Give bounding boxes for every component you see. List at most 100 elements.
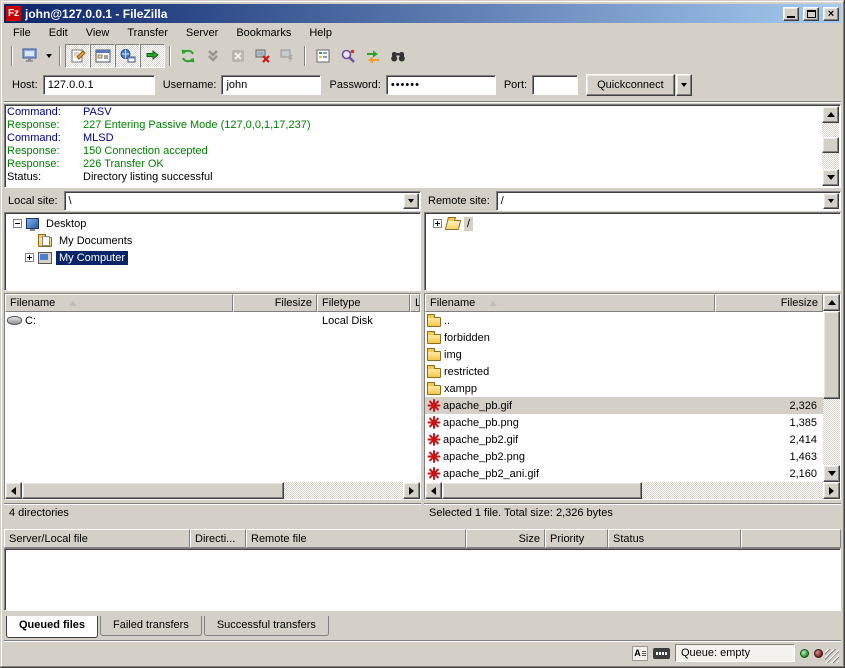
reconnect-button[interactable]	[275, 44, 300, 68]
process-queue-button[interactable]	[200, 44, 225, 68]
file-row[interactable]: apache_pb2.gif2,414	[425, 431, 823, 448]
scroll-up-button[interactable]	[823, 294, 840, 311]
toolbar-separator	[59, 46, 61, 66]
log-scrollbar[interactable]	[822, 106, 839, 186]
find-files-button[interactable]	[385, 44, 410, 68]
tree-item-desktop[interactable]: Desktop	[5, 215, 420, 232]
menu-help[interactable]: Help	[300, 25, 341, 41]
remote-vertical-scrollbar[interactable]	[823, 294, 840, 482]
column-label: L	[415, 297, 420, 309]
remote-site-label: Remote site:	[424, 195, 496, 207]
menu-server[interactable]: Server	[177, 25, 227, 41]
toolbar-separator	[169, 46, 171, 66]
scroll-right-button[interactable]	[823, 482, 840, 499]
scroll-down-button[interactable]	[823, 465, 840, 482]
expand-icon[interactable]	[433, 219, 442, 228]
tree-item-root[interactable]: /	[425, 215, 840, 232]
file-row[interactable]: restricted	[425, 363, 823, 380]
tab-successful-transfers[interactable]: Successful transfers	[204, 616, 329, 636]
column-header-priority[interactable]: Priority	[545, 529, 608, 548]
file-size: 2,414	[723, 434, 823, 446]
expand-icon[interactable]	[25, 253, 34, 262]
local-site-combobox[interactable]: \	[64, 191, 421, 211]
synchronized-browsing-button[interactable]	[360, 44, 385, 68]
file-row-local-disk[interactable]: C: Local Disk	[5, 312, 420, 329]
file-row[interactable]: apache_pb2.png1,463	[425, 448, 823, 465]
directory-filters-button[interactable]	[310, 44, 335, 68]
site-manager-dropdown-button[interactable]	[42, 44, 55, 68]
remote-site-dropdown-button[interactable]	[823, 193, 839, 209]
file-row[interactable]: apache_pb2_ani.gif2,160	[425, 465, 823, 482]
file-row[interactable]: xampp	[425, 380, 823, 397]
directory-comparison-button[interactable]	[335, 44, 360, 68]
remote-horizontal-scrollbar[interactable]	[425, 482, 840, 499]
column-header-filename[interactable]: Filename	[425, 294, 715, 312]
file-row[interactable]: ..	[425, 312, 823, 329]
tree-item-my-documents[interactable]: My Documents	[5, 232, 420, 249]
scroll-left-button[interactable]	[425, 482, 442, 499]
column-header-filename[interactable]: Filename	[5, 294, 233, 312]
scroll-thumb[interactable]	[442, 482, 642, 499]
scroll-right-button[interactable]	[403, 482, 420, 499]
column-header-filesize[interactable]: Filesize	[233, 294, 317, 312]
menu-transfer[interactable]: Transfer	[118, 25, 177, 41]
file-row[interactable]: apache_pb.png1,385	[425, 414, 823, 431]
scroll-up-button[interactable]	[822, 106, 839, 123]
cancel-operation-button[interactable]	[225, 44, 250, 68]
tab-failed-transfers[interactable]: Failed transfers	[100, 616, 202, 636]
data-type-indicator-icon[interactable]: A	[632, 646, 648, 661]
collapse-icon[interactable]	[13, 219, 22, 228]
quickconnect-dropdown-button[interactable]	[676, 74, 692, 96]
menu-edit[interactable]: Edit	[40, 25, 77, 41]
minimize-button[interactable]	[783, 7, 799, 21]
file-row[interactable]: forbidden	[425, 329, 823, 346]
menu-file[interactable]: File	[4, 25, 40, 41]
column-header-status[interactable]: Status	[608, 529, 741, 548]
column-header-remote-file[interactable]: Remote file	[246, 529, 466, 548]
toggle-transfer-queue-button[interactable]	[140, 44, 165, 68]
column-header-direction[interactable]: Directi...	[190, 529, 246, 548]
menu-bookmarks[interactable]: Bookmarks	[227, 25, 300, 41]
scroll-thumb[interactable]	[823, 311, 840, 399]
file-row[interactable]: img	[425, 346, 823, 363]
toggle-local-tree-button[interactable]	[90, 44, 115, 68]
remote-site-combobox[interactable]: /	[496, 191, 841, 211]
refresh-icon	[180, 48, 196, 64]
refresh-button[interactable]	[175, 44, 200, 68]
activity-led-red-icon	[814, 649, 823, 658]
column-header-size[interactable]: Size	[466, 529, 545, 548]
file-row-selected[interactable]: apache_pb.gif2,326	[425, 397, 823, 414]
column-header-filetype[interactable]: Filetype	[317, 294, 410, 312]
column-header-server-local-file[interactable]: Server/Local file	[4, 529, 190, 548]
close-button[interactable]: ×	[823, 7, 839, 21]
scroll-thumb[interactable]	[22, 482, 284, 499]
tab-queued-files[interactable]: Queued files	[6, 616, 98, 638]
title-bar[interactable]: Fz john@127.0.0.1 - FileZilla ×	[4, 4, 841, 23]
tree-item-my-computer[interactable]: My Computer	[5, 249, 420, 266]
username-label: Username:	[155, 79, 222, 91]
queue-list-body[interactable]	[4, 548, 841, 611]
column-label: Directi...	[195, 533, 235, 545]
column-header-last-modified[interactable]: L	[410, 294, 420, 312]
local-horizontal-scrollbar[interactable]	[5, 482, 420, 499]
file-size: 2,160	[723, 468, 823, 480]
password-input[interactable]	[386, 75, 496, 95]
quickconnect-button[interactable]: Quickconnect	[586, 74, 675, 96]
toggle-remote-tree-button[interactable]	[115, 44, 140, 68]
host-input[interactable]	[43, 75, 155, 95]
scroll-thumb[interactable]	[822, 137, 839, 153]
local-site-dropdown-button[interactable]	[403, 193, 419, 209]
maximize-button[interactable]	[803, 7, 819, 21]
file-name: ..	[444, 315, 720, 327]
site-manager-button[interactable]	[17, 44, 42, 68]
column-header-filesize[interactable]: Filesize	[715, 294, 823, 312]
scroll-down-button[interactable]	[822, 169, 839, 186]
resize-grip[interactable]	[825, 649, 839, 663]
port-input[interactable]	[532, 75, 578, 95]
toggle-message-log-button[interactable]	[65, 44, 90, 68]
menu-view[interactable]: View	[77, 25, 119, 41]
disconnect-button[interactable]	[250, 44, 275, 68]
scroll-left-button[interactable]	[5, 482, 22, 499]
speed-limits-icon[interactable]	[653, 648, 670, 659]
username-input[interactable]	[221, 75, 321, 95]
